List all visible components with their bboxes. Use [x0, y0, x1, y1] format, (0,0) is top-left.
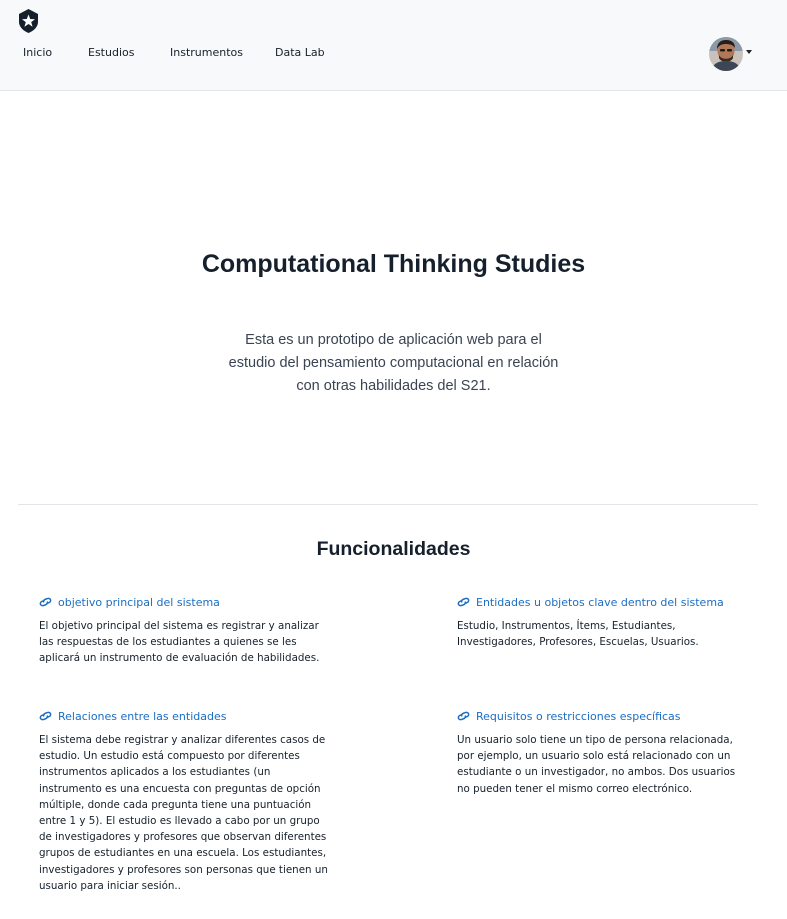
nav-item-instrumentos[interactable]: Instrumentos — [170, 46, 260, 59]
user-menu-toggle[interactable] — [709, 37, 755, 71]
chevron-down-icon — [746, 50, 752, 54]
feature-relaciones: Relaciones entre las entidades El sistem… — [39, 708, 329, 894]
user-photo-icon — [709, 37, 743, 71]
star-shield-logo-icon[interactable] — [17, 9, 40, 33]
feature-title: Requisitos o restricciones específicas — [476, 709, 681, 723]
link-icon — [39, 597, 52, 607]
link-icon — [457, 711, 470, 721]
feature-entidades: Entidades u objetos clave dentro del sis… — [457, 594, 747, 650]
feature-body: Un usuario solo tiene un tipo de persona… — [457, 734, 736, 795]
feature-title-link[interactable]: objetivo principal del sistema — [39, 594, 329, 610]
page-title: Computational Thinking Studies — [201, 250, 586, 278]
feature-title: objetivo principal del sistema — [58, 595, 220, 609]
nav-item-data-lab[interactable]: Data Lab — [275, 46, 345, 59]
nav-item-inicio[interactable]: Inicio — [23, 46, 83, 59]
feature-requisitos: Requisitos o restricciones específicas U… — [457, 708, 747, 797]
feature-title: Relaciones entre las entidades — [58, 709, 227, 723]
feature-title: Entidades u objetos clave dentro del sis… — [476, 595, 724, 609]
link-icon — [39, 711, 52, 721]
feature-title-link[interactable]: Relaciones entre las entidades — [39, 708, 329, 724]
nav-item-estudios[interactable]: Estudios — [88, 46, 158, 59]
feature-body: Estudio, Instrumentos, Ítems, Estudiante… — [457, 620, 699, 649]
feature-body: El objetivo principal del sistema es reg… — [39, 620, 320, 665]
avatar[interactable] — [709, 37, 743, 71]
features-title: Funcionalidades — [316, 538, 471, 560]
link-icon — [457, 597, 470, 607]
navbar: Inicio Estudios Instrumentos Data Lab — [0, 0, 787, 91]
feature-title-link[interactable]: Requisitos o restricciones específicas — [457, 708, 747, 724]
feature-title-link[interactable]: Entidades u objetos clave dentro del sis… — [457, 594, 747, 610]
section-divider — [18, 504, 758, 505]
feature-objetivo: objetivo principal del sistema El objeti… — [39, 594, 329, 667]
hero-description: Esta es un prototipo de aplicación web p… — [228, 332, 559, 394]
feature-body: El sistema debe registrar y analizar dif… — [39, 734, 328, 892]
